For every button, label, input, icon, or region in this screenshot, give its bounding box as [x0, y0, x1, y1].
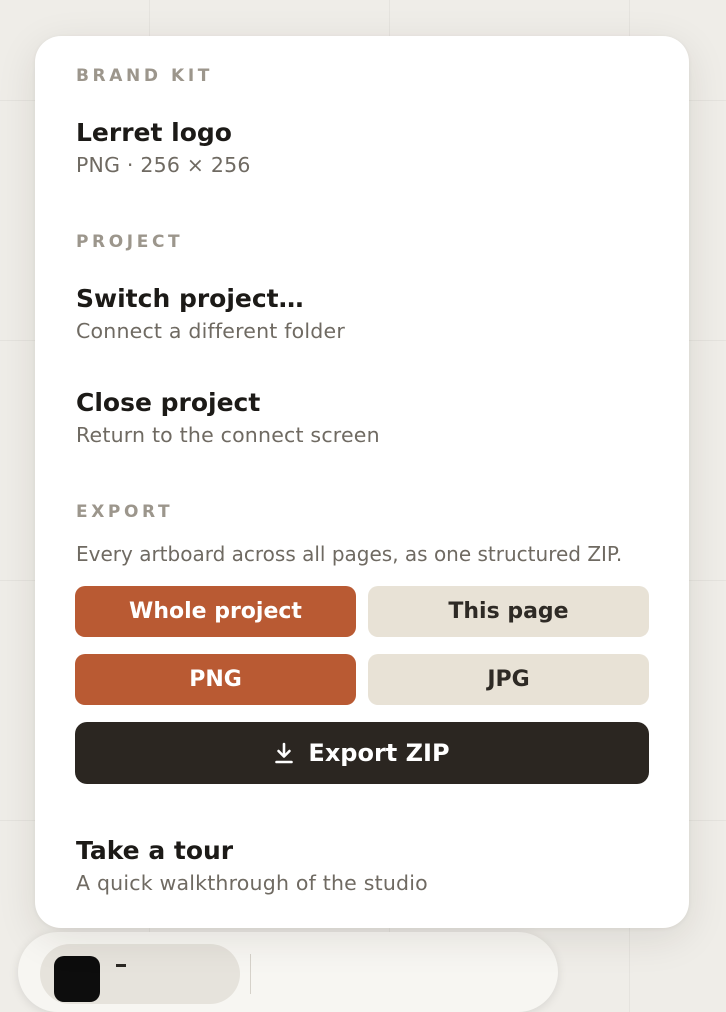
format-png-button[interactable]: PNG — [75, 654, 356, 705]
scope-whole-project-button[interactable]: Whole project — [75, 586, 356, 637]
section-heading-brand-kit: BRAND KIT — [76, 66, 213, 86]
project-menu: BRAND KIT Lerret logo PNG · 256 × 256 PR… — [35, 36, 689, 928]
menu-item-subtitle: Connect a different folder — [76, 319, 345, 343]
menu-item-title: Take a tour — [76, 836, 234, 865]
export-zip-button[interactable]: Export ZIP — [75, 722, 649, 784]
dock-chip-label — [116, 964, 126, 967]
section-heading-project: PROJECT — [76, 232, 184, 252]
bottom-dock — [18, 932, 558, 1012]
menu-item-subtitle: A quick walkthrough of the studio — [76, 871, 428, 895]
format-jpg-button[interactable]: JPG — [368, 654, 649, 705]
menu-item-subtitle: Return to the connect screen — [76, 423, 380, 447]
app-icon — [54, 956, 100, 1002]
dock-divider — [250, 954, 251, 994]
download-icon — [274, 742, 294, 764]
section-heading-export: EXPORT — [76, 502, 174, 522]
menu-item-title: Switch project… — [76, 284, 304, 313]
scope-this-page-button[interactable]: This page — [368, 586, 649, 637]
export-description: Every artboard across all pages, as one … — [76, 542, 623, 566]
export-zip-label: Export ZIP — [308, 739, 450, 767]
menu-item-title: Lerret logo — [76, 118, 232, 147]
menu-item-subtitle: PNG · 256 × 256 — [76, 153, 251, 177]
dock-project-chip[interactable] — [40, 944, 240, 1004]
menu-item-title: Close project — [76, 388, 261, 417]
